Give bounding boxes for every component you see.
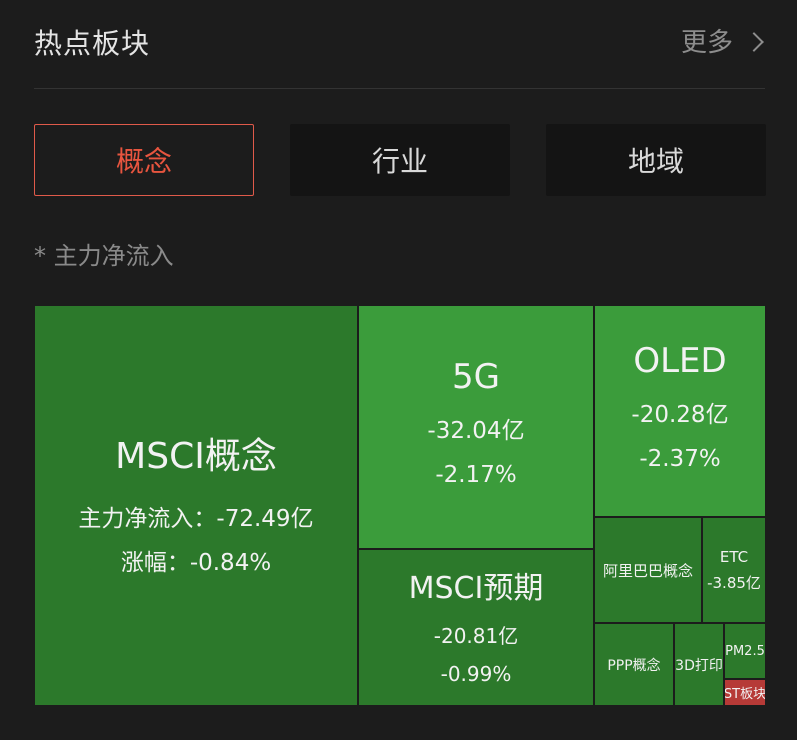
tab-region[interactable]: 地域 <box>546 124 766 196</box>
tile-inflow: -3.85亿 <box>707 574 761 592</box>
tile-oled[interactable]: OLED -20.28亿 -2.37% <box>594 305 766 517</box>
tile-inflow: -20.28亿 <box>631 402 729 428</box>
header-divider <box>34 88 765 89</box>
section-title: 热点板块 <box>34 27 151 60</box>
chevron-right-icon <box>744 31 764 52</box>
tile-5g[interactable]: 5G -32.04亿 -2.17% <box>358 305 594 549</box>
sector-treemap: MSCI概念 主力净流入：-72.49亿 涨幅：-0.84% 5G -32.04… <box>34 305 766 706</box>
tile-name: 阿里巴巴概念 <box>602 561 693 580</box>
tile-name: MSCI概念 <box>115 435 277 477</box>
tile-inflow: -20.81亿 <box>433 623 519 648</box>
tile-name: PPP概念 <box>607 657 661 674</box>
tile-name: ETC <box>719 548 749 566</box>
tile-st[interactable]: ST板块 <box>724 679 766 706</box>
tile-msci-forecast[interactable]: MSCI预期 -20.81亿 -0.99% <box>358 549 594 706</box>
metric-note: * 主力净流入 <box>34 242 174 270</box>
tab-industry[interactable]: 行业 <box>290 124 510 196</box>
tile-change: -2.37% <box>639 446 721 472</box>
tile-name: 5G <box>452 357 500 397</box>
tile-3d-print[interactable]: 3D打印 <box>674 623 724 706</box>
tile-name: 3D打印 <box>675 657 723 674</box>
tile-change: 涨幅：-0.84% <box>120 549 272 576</box>
tile-name: ST板块 <box>724 687 766 702</box>
more-label: 更多 <box>680 28 733 58</box>
tile-alibaba[interactable]: 阿里巴巴概念 <box>594 517 702 623</box>
tile-pm25[interactable]: PM2.5 <box>724 623 766 679</box>
tile-inflow: 主力净流入：-72.49亿 <box>78 505 314 532</box>
category-tabs: 概念 行业 地域 <box>34 124 766 196</box>
tile-etc[interactable]: ETC -3.85亿 <box>702 517 766 623</box>
tile-ppp[interactable]: PPP概念 <box>594 623 674 706</box>
tile-name: OLED <box>633 341 727 381</box>
tile-change: -2.17% <box>435 462 517 488</box>
tile-name: MSCI预期 <box>408 570 544 606</box>
tile-inflow: -32.04亿 <box>427 418 525 444</box>
tile-change: -0.99% <box>440 661 512 686</box>
more-link[interactable]: 更多 <box>680 22 764 59</box>
tab-concept[interactable]: 概念 <box>34 124 254 196</box>
tile-name: PM2.5 <box>725 643 765 659</box>
tile-msci-concept[interactable]: MSCI概念 主力净流入：-72.49亿 涨幅：-0.84% <box>34 305 358 706</box>
